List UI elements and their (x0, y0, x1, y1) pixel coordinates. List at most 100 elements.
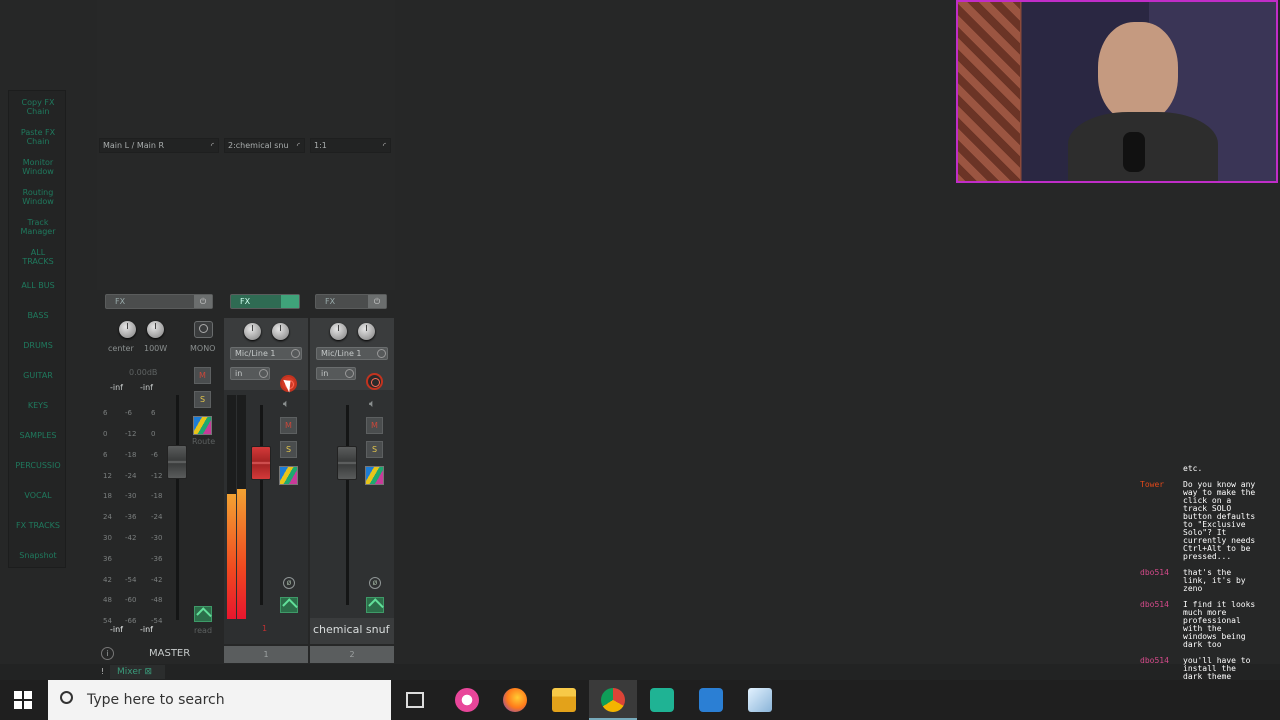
notepad-icon[interactable] (748, 688, 772, 712)
master-automation-button[interactable] (194, 606, 212, 622)
track1-solo-button[interactable]: S (280, 441, 297, 458)
track2-route-button[interactable] (365, 466, 384, 485)
track1-meter-right (237, 395, 246, 619)
track2-record-arm-button[interactable] (366, 373, 383, 390)
track1-in-label: in (235, 369, 243, 378)
track1-volume-fader[interactable] (251, 446, 271, 480)
track2-number[interactable]: 2 (310, 646, 394, 663)
track2-pan-knob[interactable] (358, 323, 375, 340)
itunes-icon[interactable] (455, 688, 479, 712)
track2-mute-button[interactable]: M (366, 417, 383, 434)
scale-tick: -42 (125, 534, 137, 542)
scale-tick: -54 (151, 617, 163, 625)
master-solo-button[interactable]: S (194, 391, 211, 408)
track2-volume-fader[interactable] (337, 446, 357, 480)
task-view-icon[interactable] (406, 692, 424, 708)
track1-automation-button[interactable] (280, 597, 298, 613)
close-icon[interactable]: ⊠ (144, 667, 152, 677)
scale-tick: 42 (103, 576, 112, 584)
track1-io-selector[interactable]: 2:chemical snu ◜ (224, 138, 305, 153)
track1-pan-knob[interactable] (272, 323, 289, 340)
vocal-button[interactable]: VOCAL (11, 481, 65, 509)
scale-tick: -6 (151, 451, 158, 459)
route-label: Route (192, 437, 216, 446)
dropdown-icon (291, 349, 300, 358)
copy-fx-chain-button[interactable]: Copy FX Chain (11, 93, 65, 121)
bass-button[interactable]: BASS (11, 301, 65, 329)
windows-start-icon[interactable] (14, 691, 32, 709)
all-bus-button[interactable]: ALL BUS (11, 271, 65, 299)
info-icon[interactable]: i (101, 647, 114, 660)
percussion-button[interactable]: PERCUSSIO (11, 451, 65, 479)
track2-automation-button[interactable] (366, 597, 384, 613)
routing-window-button[interactable]: Routing Window (11, 183, 65, 211)
track2-input-selector[interactable]: Mic/Line 1 (316, 347, 388, 360)
samples-button[interactable]: SAMPLES (11, 421, 65, 449)
master-fader-track (176, 395, 179, 620)
track2-io-selector[interactable]: 1:1 ◜ (310, 138, 391, 153)
track2-solo-button[interactable]: S (366, 441, 383, 458)
master-mute-button[interactable]: M (194, 367, 211, 384)
pin-icon[interactable]: ! (101, 667, 104, 676)
track1-mute-button[interactable]: M (280, 417, 297, 434)
track1-fader-track (260, 405, 263, 605)
drums-button[interactable]: DRUMS (11, 331, 65, 359)
track2-name-label[interactable]: chemical snuf (313, 623, 389, 636)
master-route-button[interactable] (193, 416, 212, 435)
streamlabs-icon[interactable] (650, 688, 674, 712)
paste-fx-chain-button[interactable]: Paste FX Chain (11, 123, 65, 151)
track1-fx-button[interactable]: FX (230, 294, 300, 309)
master-pan-knob[interactable] (119, 321, 136, 338)
track1-number[interactable]: 1 (224, 646, 308, 663)
taskbar-search-input[interactable]: Type here to search (48, 680, 391, 720)
track1-phase-icon[interactable]: ø (283, 577, 295, 589)
master-peak-readout: 0.00dB (129, 368, 158, 377)
track1-speaker-icon[interactable]: 🔈︎ (283, 397, 290, 411)
master-inf-right: -inf (140, 383, 153, 392)
fx-power-icon[interactable]: ⏻ (194, 295, 212, 308)
track1-io-label: 2:chemical snu (228, 141, 289, 150)
snapshot-button[interactable]: Snapshot (11, 541, 65, 569)
all-tracks-button[interactable]: ALL TRACKS (11, 243, 65, 271)
keys-button[interactable]: KEYS (11, 391, 65, 419)
master-width-knob[interactable] (147, 321, 164, 338)
scale-tick: 6 (103, 451, 108, 459)
track2-speaker-icon[interactable]: 🔈︎ (369, 397, 376, 411)
track2-volume-knob[interactable] (330, 323, 347, 340)
track2-phase-icon[interactable]: ø (369, 577, 381, 589)
file-explorer-icon[interactable] (552, 688, 576, 712)
track2-monitor-selector[interactable]: in (316, 367, 356, 380)
chrome-icon[interactable] (601, 688, 625, 712)
firefox-icon[interactable] (503, 688, 527, 712)
track1-route-button[interactable] (279, 466, 298, 485)
monitor-window-button[interactable]: Monitor Window (11, 153, 65, 181)
fx-power-icon[interactable]: ⏻ (368, 295, 386, 308)
master-volume-fader[interactable] (167, 445, 187, 479)
chat-message: dbo514 you'll have to install the dark th… (1140, 657, 1280, 681)
chat-message: etc. (1140, 465, 1280, 473)
track1-volume-knob[interactable] (244, 323, 261, 340)
master-fx-button[interactable]: FX ⏻ (105, 294, 213, 309)
track1-meter-left-level (227, 493, 236, 619)
dropdown-icon: ◜ (382, 141, 386, 150)
master-output-selector[interactable]: Main L / Main R ◜ (99, 138, 219, 153)
mono-toggle-button[interactable] (194, 321, 213, 338)
microphone-icon (1123, 132, 1145, 172)
scale-tick: 48 (103, 596, 112, 604)
master-inf-bottom-left: -inf (110, 625, 123, 634)
app-icon[interactable] (699, 688, 723, 712)
chat-username: dbo514 (1140, 568, 1169, 577)
scale-tick: -60 (125, 596, 137, 604)
guitar-button[interactable]: GUITAR (11, 361, 65, 389)
track1-monitor-selector[interactable]: in (230, 367, 270, 380)
fx-power-icon[interactable] (281, 295, 299, 308)
pan-label: center (108, 344, 134, 353)
track1-input-selector[interactable]: Mic/Line 1 (230, 347, 302, 360)
scale-tick: -12 (125, 430, 137, 438)
track2-fx-button[interactable]: FX ⏻ (315, 294, 387, 309)
streamer-face (1098, 22, 1178, 122)
scale-tick: 0 (151, 430, 156, 438)
mixer-tab[interactable]: Mixer ⊠ (110, 665, 165, 679)
track-manager-button[interactable]: Track Manager (11, 213, 65, 241)
fx-tracks-button[interactable]: FX TRACKS (11, 511, 65, 539)
